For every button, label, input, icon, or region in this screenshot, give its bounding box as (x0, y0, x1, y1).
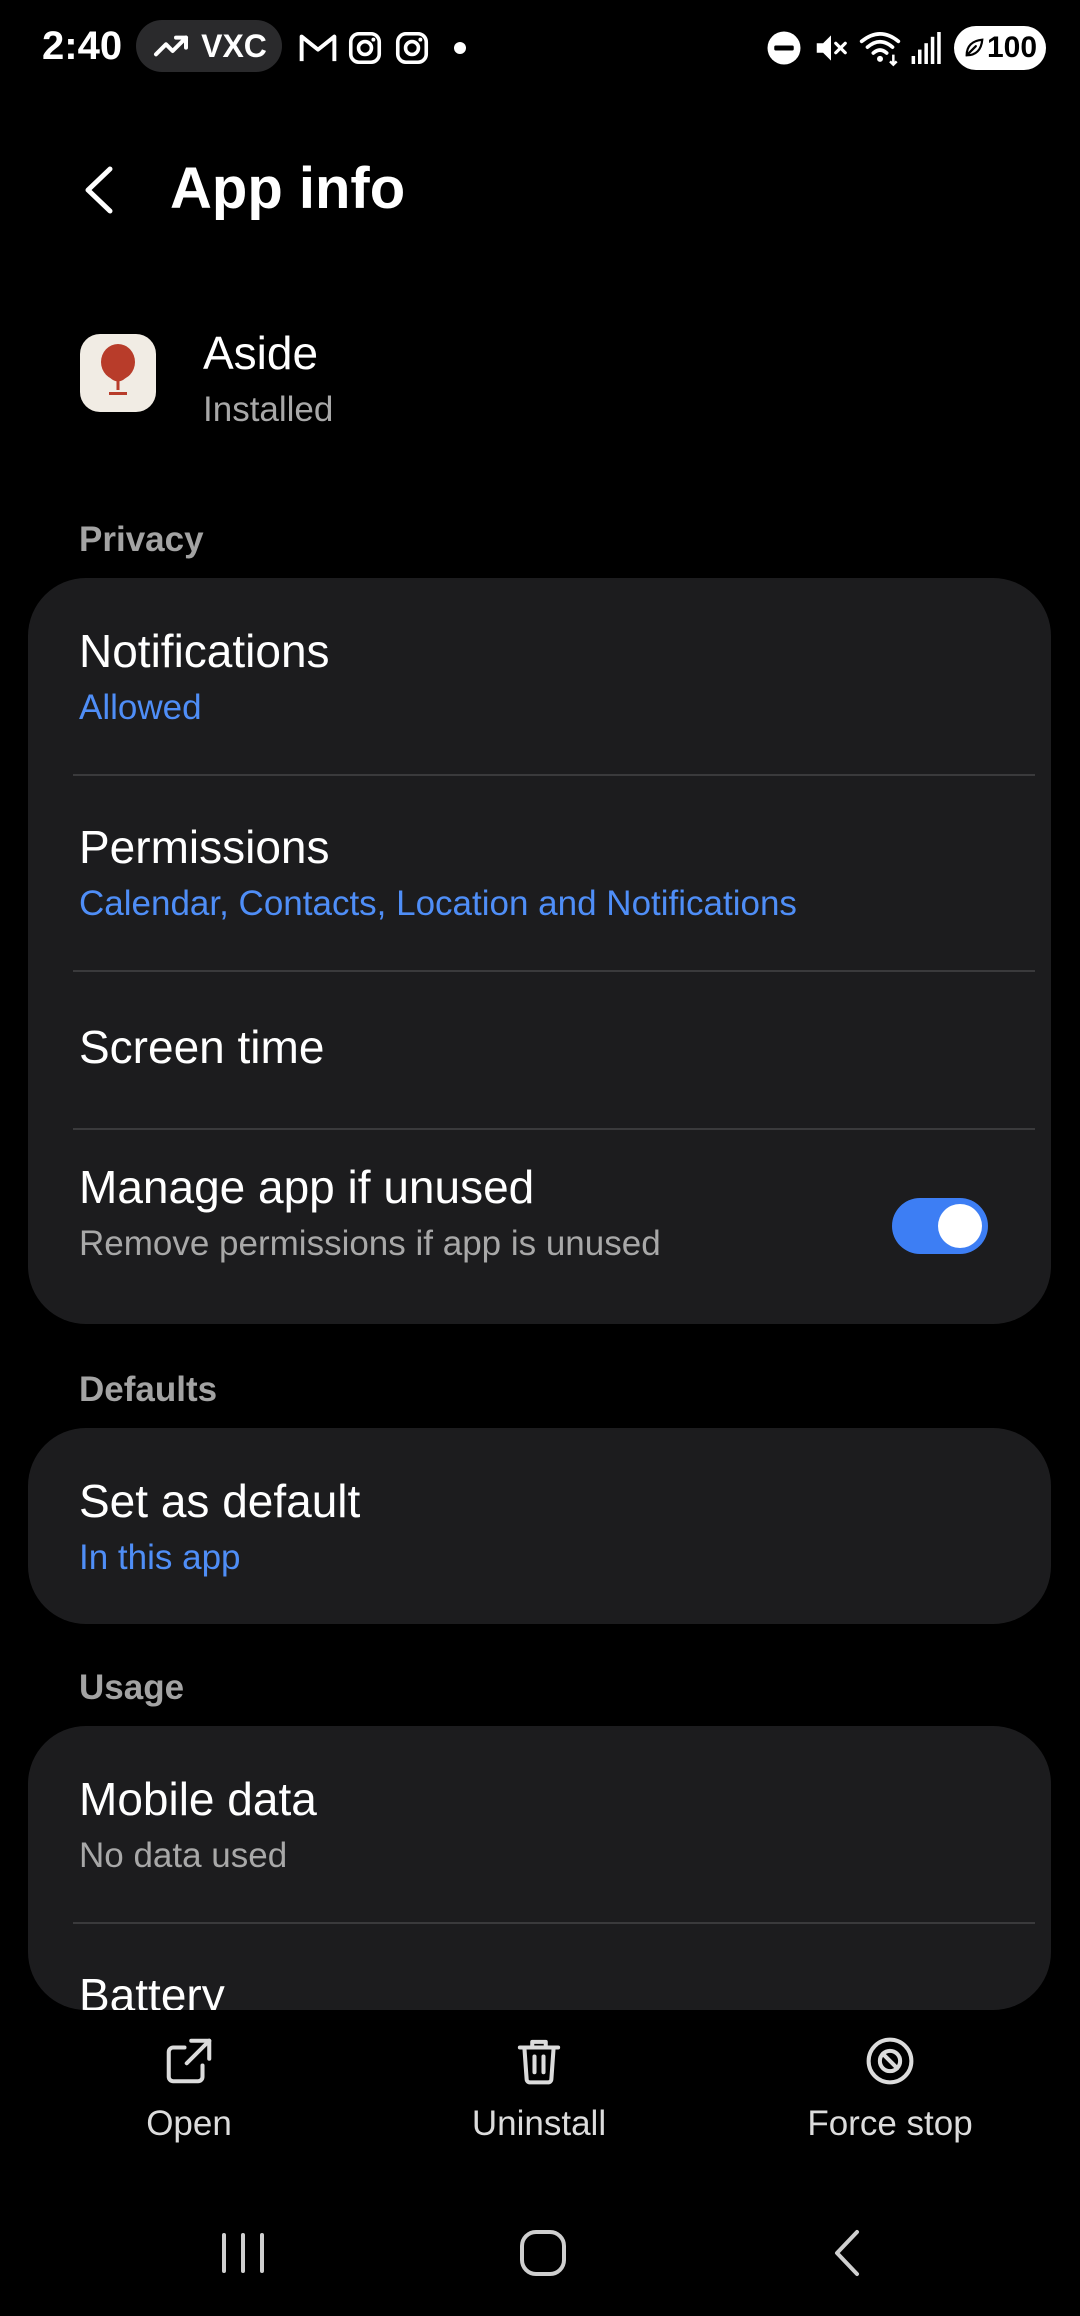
screen-time-row[interactable]: Screen time (28, 972, 1051, 1128)
dot-icon (454, 42, 466, 54)
signal-icon (911, 32, 941, 64)
recent-apps-button[interactable] (198, 2208, 288, 2298)
microphone-icon (101, 344, 135, 395)
nav-back-button[interactable] (802, 2208, 892, 2298)
open-button[interactable]: Open (69, 2034, 309, 2144)
back-button[interactable] (70, 155, 130, 225)
battery-title: Battery (79, 1969, 225, 2010)
trash-icon (517, 2039, 561, 2085)
section-label-usage: Usage (79, 1668, 185, 1707)
instagram-icon (348, 31, 382, 65)
toggle-knob (938, 1204, 982, 1248)
battery-level: 100 (986, 31, 1038, 64)
usage-card: Mobile data No data used Battery (28, 1726, 1051, 2010)
back-icon (835, 2230, 859, 2276)
open-external-icon (166, 2038, 212, 2084)
stop-icon (866, 2037, 914, 2085)
permissions-value: Calendar, Contacts, Location and Notific… (79, 884, 797, 923)
uninstall-label: Uninstall (471, 2104, 607, 2143)
leaf-icon (965, 38, 984, 57)
status-time: 2:40 (42, 24, 123, 68)
battery-row[interactable]: Battery (28, 1924, 1051, 2010)
dnd-icon (767, 31, 801, 65)
mobile-data-value: No data used (79, 1836, 288, 1875)
notifications-row[interactable]: Notifications Allowed (28, 578, 1051, 774)
manage-unused-subtitle: Remove permissions if app is unused (79, 1224, 661, 1263)
instagram-icon (395, 31, 429, 65)
open-label: Open (146, 2104, 232, 2143)
section-label-defaults: Defaults (79, 1370, 218, 1409)
defaults-card: Set as default In this app (28, 1428, 1051, 1624)
home-button[interactable] (498, 2208, 588, 2298)
notifications-value: Allowed (79, 688, 202, 727)
section-label-privacy: Privacy (79, 520, 204, 559)
status-bar: 2:40 VXC 100 (0, 0, 1080, 96)
app-icon (80, 334, 156, 412)
manage-unused-toggle[interactable] (892, 1198, 988, 1254)
force-stop-label: Force stop (807, 2104, 973, 2143)
set-default-row[interactable]: Set as default In this app (28, 1428, 1051, 1624)
set-default-value: In this app (79, 1538, 241, 1577)
manage-unused-title: Manage app if unused (79, 1161, 535, 1213)
mobile-data-row[interactable]: Mobile data No data used (28, 1726, 1051, 1922)
ticker-text: VXC (201, 27, 267, 64)
app-install-status: Installed (203, 390, 334, 429)
stock-ticker-pill: VXC (136, 20, 282, 72)
app-name: Aside (203, 327, 319, 379)
permissions-row[interactable]: Permissions Calendar, Contacts, Location… (28, 776, 1051, 968)
wifi-icon (859, 32, 901, 67)
gmail-icon (299, 34, 337, 62)
mobile-data-title: Mobile data (79, 1773, 317, 1825)
permissions-title: Permissions (79, 821, 330, 873)
notifications-title: Notifications (79, 625, 330, 677)
force-stop-button[interactable]: Force stop (770, 2034, 1010, 2144)
home-icon (520, 2230, 566, 2276)
recent-apps-icon (222, 2233, 264, 2273)
battery-icon: 100 (954, 26, 1046, 70)
trending-up-icon (154, 35, 189, 57)
page-title: App info (170, 156, 406, 221)
screen-time-title: Screen time (79, 1021, 325, 1073)
mute-icon (816, 35, 847, 61)
uninstall-button[interactable]: Uninstall (419, 2034, 659, 2144)
set-default-title: Set as default (79, 1475, 361, 1527)
